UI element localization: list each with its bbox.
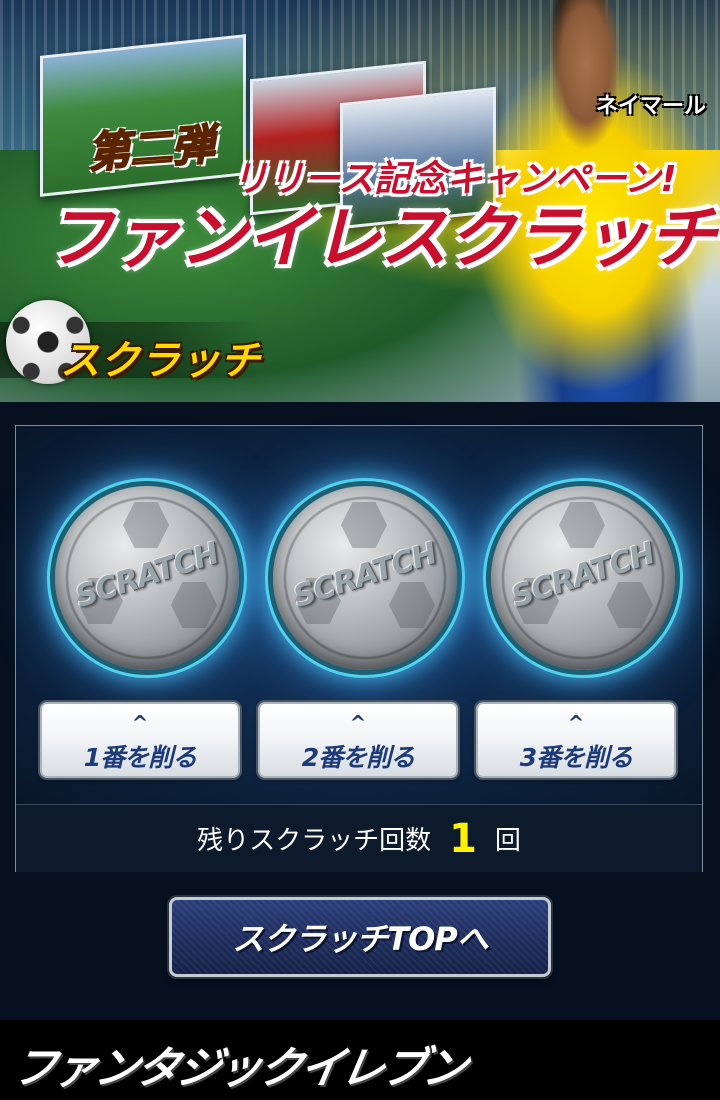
ball-pattern-icon — [607, 582, 653, 628]
scratch-2-button-label: 2番を削る — [301, 743, 415, 772]
remaining-scratches: 残りスクラッチ回数 1 回 — [16, 804, 702, 872]
banner-title: ファンイレスクラッチ — [45, 199, 716, 278]
ball-pattern-icon — [559, 502, 605, 548]
scratch-panel: SCRATCH SCRATCH SCRATCH ^ 1番を削る ^ 2番を削る … — [15, 425, 703, 872]
scratch-3-button-label: 3番を削る — [519, 743, 633, 772]
scratch-1-button-label: 1番を削る — [83, 743, 197, 772]
scratch-top-button[interactable]: スクラッチTOPへ — [169, 897, 551, 977]
scratch-top-button-label: スクラッチTOPへ — [232, 920, 488, 958]
player-name: ネイマール — [596, 94, 707, 119]
chevron-up-icon: ^ — [131, 711, 149, 735]
scratch-3-button[interactable]: ^ 3番を削る — [476, 702, 676, 778]
banner-campaign: リリース記念キャンペーン! — [232, 159, 677, 200]
chevron-up-icon: ^ — [567, 711, 585, 735]
ball-pattern-icon — [171, 582, 217, 628]
scratch-coin-1[interactable]: SCRATCH — [55, 486, 239, 670]
ball-pattern-icon — [123, 502, 169, 548]
banner-phase: 第二弾 — [85, 119, 216, 179]
scratch-2-button[interactable]: ^ 2番を削る — [258, 702, 458, 778]
ball-pattern-icon — [341, 502, 387, 548]
remaining-label: 残りスクラッチ回数 — [197, 826, 432, 856]
remaining-unit: 回 — [494, 826, 521, 856]
scratch-coin-2[interactable]: SCRATCH — [273, 486, 457, 670]
scratch-coin-3[interactable]: SCRATCH — [491, 486, 675, 670]
game-logo[interactable]: ファンタジックイレブン — [8, 1032, 470, 1096]
ball-pattern-icon — [389, 582, 435, 628]
chevron-up-icon: ^ — [349, 711, 367, 735]
section-label: スクラッチ — [60, 338, 260, 384]
footer: ファンタジックイレブン — [0, 1020, 720, 1100]
campaign-banner: 第二弾 リリース記念キャンペーン! ファンイレスクラッチ ネイマール スクラッチ — [0, 0, 720, 402]
scratch-1-button[interactable]: ^ 1番を削る — [40, 702, 240, 778]
scratch-coin-area: SCRATCH SCRATCH SCRATCH ^ 1番を削る ^ 2番を削る … — [16, 426, 702, 804]
remaining-count: 1 — [449, 815, 477, 862]
